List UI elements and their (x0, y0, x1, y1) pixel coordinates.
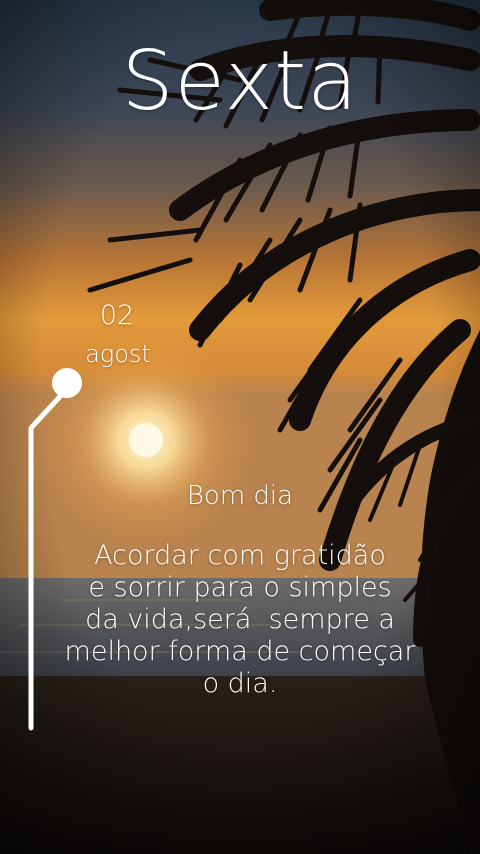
message-line: melhor forma de começar (64, 636, 416, 667)
date-day: 02 (99, 300, 135, 331)
message-line: o dia. (202, 668, 278, 699)
message-line: Acordar com gratidão (94, 540, 386, 571)
greeting-text: Bom dia (186, 481, 294, 511)
page-title: Sexta (121, 34, 359, 129)
story-card: Sexta 02 agost Bom dia Acordar com grati… (0, 0, 480, 854)
date-month: agost (85, 340, 151, 368)
message-text: Acordar com gratidão e sorrir para o sim… (40, 540, 440, 700)
message-line: da vida,será sempre a (85, 604, 395, 635)
message-line: e sorrir para o simples (88, 572, 392, 603)
